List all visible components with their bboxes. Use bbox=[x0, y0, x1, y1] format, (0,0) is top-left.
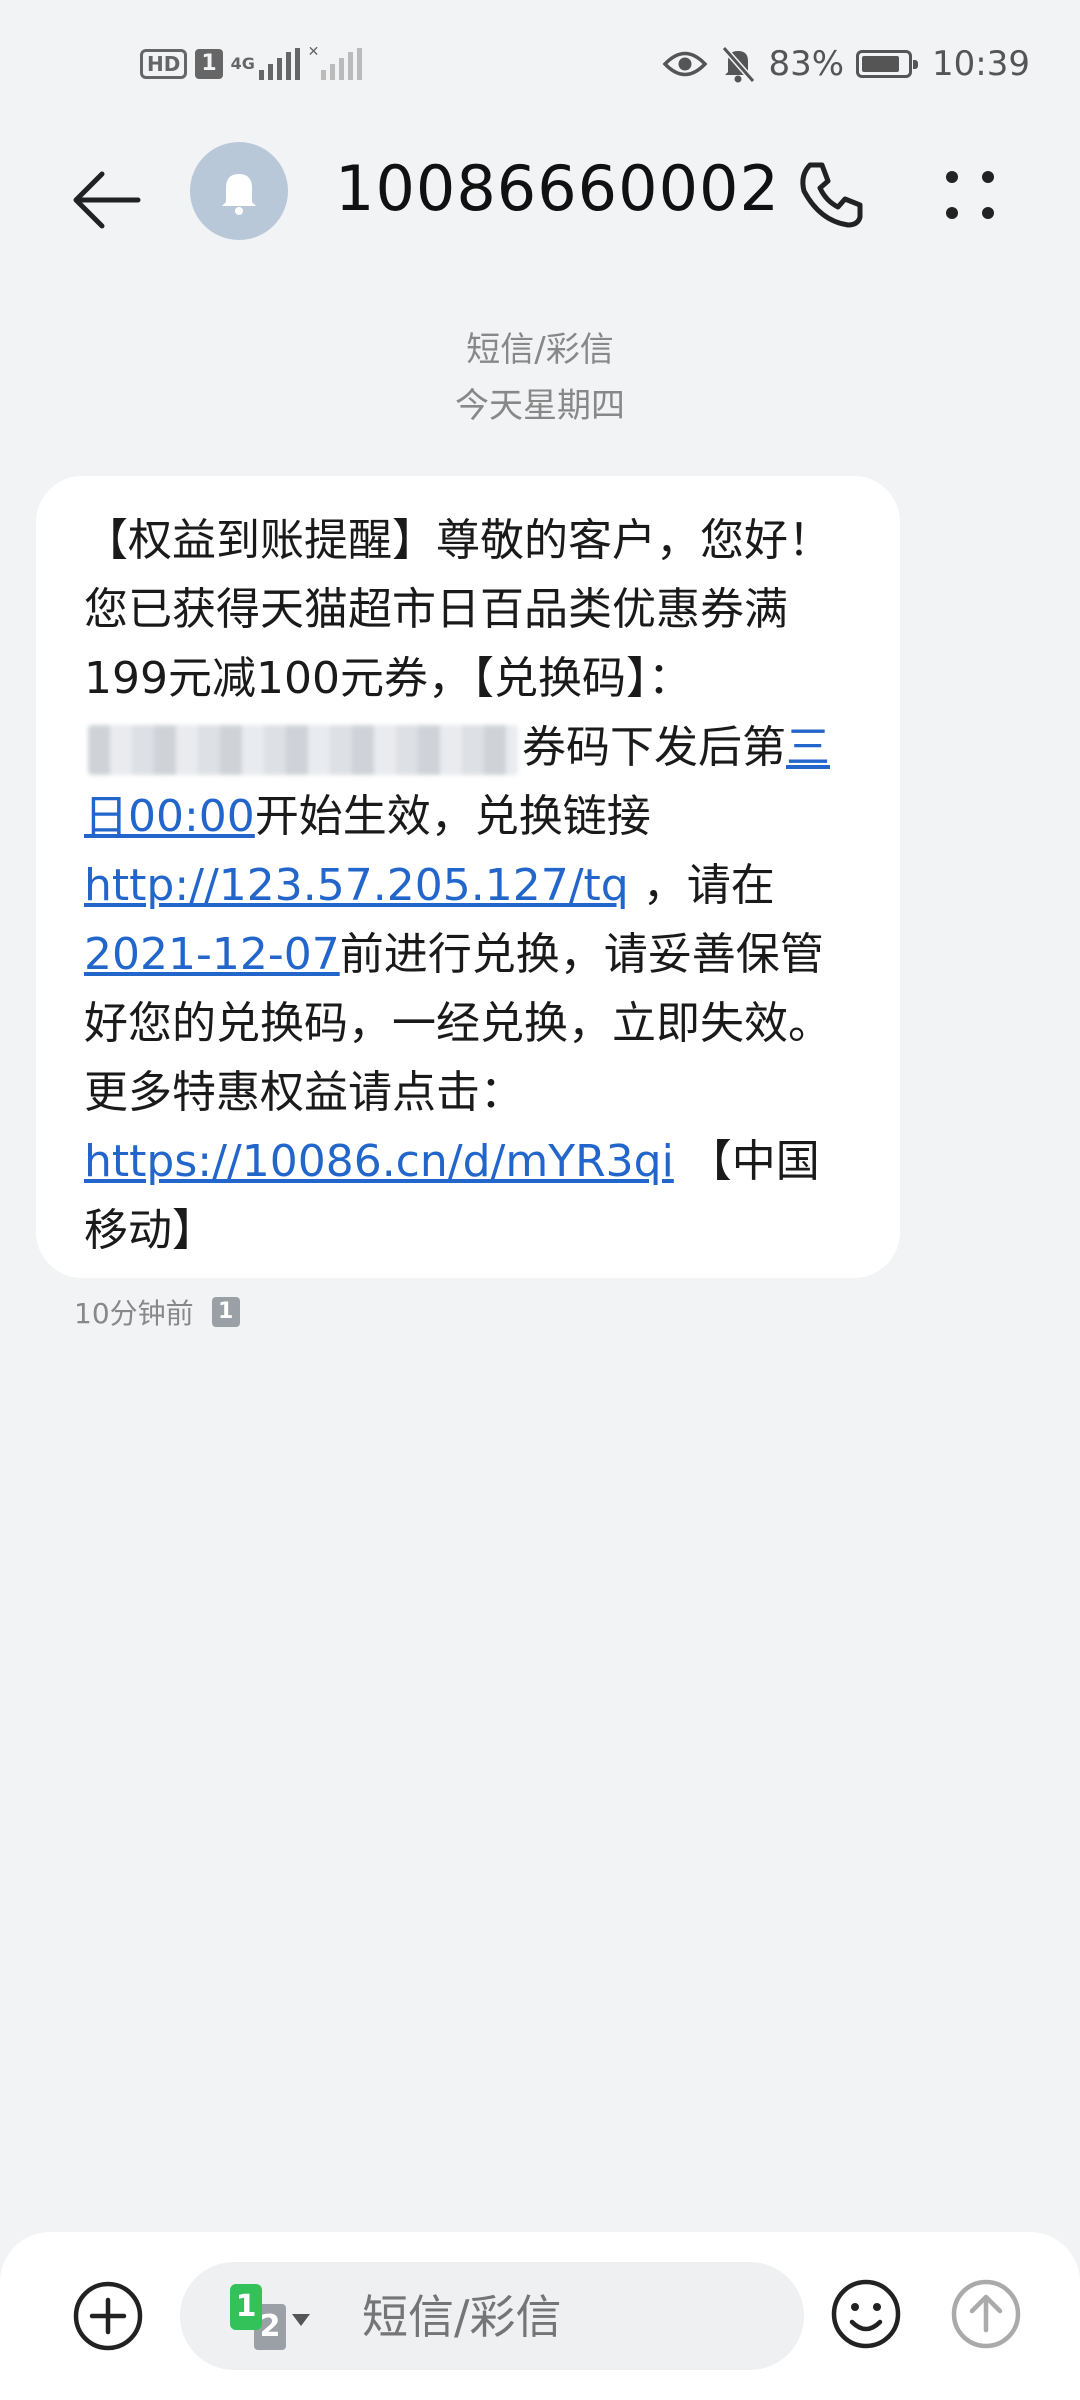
message-input[interactable] bbox=[360, 2286, 784, 2348]
message-text-part: 券码下发后第 bbox=[522, 722, 786, 773]
emoji-button[interactable] bbox=[830, 2278, 902, 2350]
hd-icon: HD bbox=[140, 49, 188, 79]
message-text-part: ，请在 bbox=[628, 860, 775, 911]
message-bubble[interactable]: 【权益到账提醒】尊敬的客户，您好！您已获得天猫超市日百品类优惠券满199元减10… bbox=[36, 476, 900, 1278]
contact-number-title[interactable]: 10086660002 bbox=[335, 152, 780, 225]
message-text-part: 开始生效，兑换链接 bbox=[254, 791, 651, 842]
mute-bell-icon bbox=[722, 46, 756, 83]
date-divider: 今天星期四 bbox=[455, 386, 625, 426]
chevron-down-icon bbox=[292, 2314, 310, 2326]
call-button[interactable] bbox=[790, 155, 870, 235]
message-input-box[interactable]: 2 1 bbox=[180, 2262, 804, 2370]
sim-slot-icon: 1 bbox=[195, 49, 223, 79]
redacted-code-mask bbox=[88, 725, 518, 775]
battery-percent: 83% bbox=[768, 44, 845, 84]
sim-switch-button[interactable]: 2 1 bbox=[230, 2284, 310, 2352]
battery-icon bbox=[856, 50, 919, 78]
message-text-part: 【权益到账提醒】尊敬的客户，您好！您已获得天猫超市日百品类优惠券满199元减10… bbox=[84, 515, 832, 704]
conversation-meta: 短信/彩信 今天星期四 bbox=[0, 322, 1080, 434]
contact-avatar[interactable] bbox=[190, 142, 288, 240]
redeem-url-link[interactable]: http://123.57.205.127/tq bbox=[84, 860, 629, 911]
status-bar: HD 1 4G ✕ 83% 10:39 bbox=[0, 0, 1080, 130]
message-type-label: 短信/彩信 bbox=[466, 330, 614, 370]
plus-circle-icon bbox=[73, 2281, 143, 2351]
signal-strength-icon bbox=[258, 48, 300, 80]
sim-slot-badge: 1 bbox=[211, 1297, 240, 1327]
network-type-label: 4G bbox=[230, 54, 255, 73]
bell-icon bbox=[222, 174, 256, 215]
back-arrow-icon bbox=[73, 171, 141, 229]
more-icon bbox=[946, 171, 994, 219]
more-options-button[interactable] bbox=[930, 155, 1010, 235]
message-footer: 10分钟前 1 bbox=[74, 1292, 240, 1332]
status-left: HD 1 4G ✕ bbox=[140, 44, 363, 84]
status-right: 83% 10:39 bbox=[662, 40, 1030, 88]
send-arrow-icon bbox=[951, 2279, 1021, 2349]
clock-time: 10:39 bbox=[932, 44, 1030, 84]
back-button[interactable] bbox=[68, 158, 148, 238]
phone-icon bbox=[800, 162, 863, 228]
conversation-header: 10086660002 bbox=[0, 130, 1080, 255]
smiley-icon bbox=[831, 2279, 901, 2349]
eye-icon bbox=[663, 51, 708, 77]
more-offers-url-link[interactable]: https://10086.cn/d/mYR3qi bbox=[84, 1136, 674, 1187]
add-attachment-button[interactable] bbox=[72, 2280, 144, 2352]
send-button[interactable] bbox=[950, 2278, 1022, 2350]
signal-strength-2-icon bbox=[321, 48, 363, 80]
expiry-date-link[interactable]: 2021-12-07 bbox=[84, 929, 340, 980]
sim-1-icon: 1 bbox=[230, 2284, 262, 2330]
message-time-ago: 10分钟前 bbox=[74, 1297, 194, 1330]
message-composer: 2 1 bbox=[0, 2232, 1080, 2400]
no-signal-mark-icon: ✕ bbox=[307, 44, 320, 60]
